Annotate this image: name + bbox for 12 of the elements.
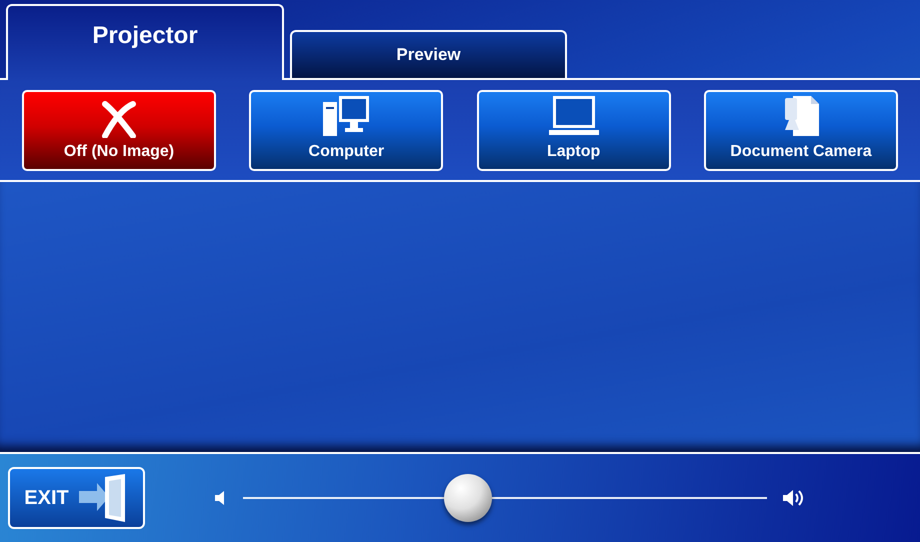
exit-button[interactable]: EXIT xyxy=(8,467,145,529)
volume-slider[interactable] xyxy=(243,474,767,522)
source-button[interactable]: Laptop xyxy=(476,90,671,170)
source-button[interactable]: Document Camera xyxy=(704,90,898,170)
tab[interactable]: Preview xyxy=(290,30,567,78)
source-button[interactable]: Off (No Image) xyxy=(22,90,216,170)
tab[interactable]: Projector xyxy=(6,4,284,80)
source-button[interactable]: Computer xyxy=(249,90,444,170)
slider-thumb[interactable] xyxy=(444,474,492,522)
desktop-computer-icon xyxy=(322,94,370,138)
x-mark-icon xyxy=(99,100,139,138)
laptop-icon xyxy=(548,94,600,138)
